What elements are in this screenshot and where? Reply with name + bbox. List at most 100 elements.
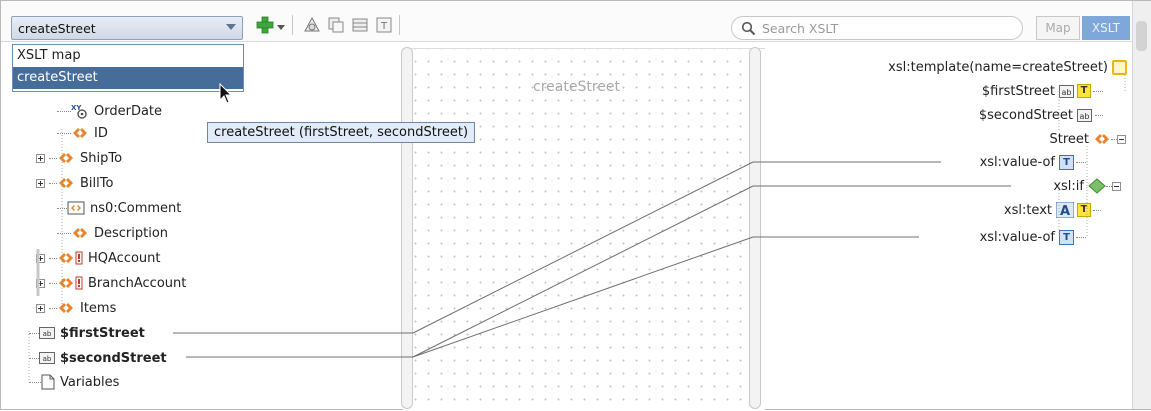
tree-item-label: HQAccount — [88, 250, 161, 266]
target-tree-panel: xsl:template(name=createStreet) $firstSt… — [763, 42, 1131, 409]
function-canvas[interactable] — [403, 48, 765, 410]
element-icon — [59, 153, 73, 163]
element-icon — [59, 278, 73, 288]
svg-text:T: T — [380, 21, 388, 32]
text-value-icon: T — [1077, 84, 1091, 98]
tree-item-label: Description — [94, 225, 169, 241]
connector — [57, 207, 67, 209]
param-icon: ab — [1077, 108, 1092, 122]
choice-marker-icon — [75, 276, 83, 290]
tree-item-secondstreet[interactable]: ab $secondStreet — [29, 347, 167, 369]
target-item-label: xsl:template(name=createStreet) — [888, 59, 1108, 75]
expand-icon[interactable] — [36, 303, 45, 313]
add-menu-caret-icon[interactable] — [277, 25, 285, 30]
search-box[interactable] — [731, 16, 1023, 40]
toolbar-separator — [292, 15, 293, 35]
text-node-icon: T — [1059, 229, 1074, 245]
connector — [29, 332, 39, 334]
copy-icon[interactable] — [327, 16, 345, 34]
tree-item-id[interactable]: ID — [57, 122, 108, 144]
tree-item-comment[interactable]: ns0:Comment — [57, 197, 181, 219]
expand-icon[interactable] — [36, 178, 45, 188]
vertical-scrollbar[interactable] — [1132, 1, 1151, 409]
tree-item-label: BillTo — [80, 175, 114, 191]
expand-icon[interactable] — [36, 278, 45, 288]
tree-item-items[interactable]: Items — [36, 297, 116, 319]
target-item-secondstreet[interactable]: $secondStreet ab — [979, 104, 1103, 126]
target-item-firststreet[interactable]: $firstStreet ab T — [982, 80, 1103, 102]
connector — [1095, 114, 1103, 116]
text-value-icon: T — [1077, 203, 1091, 217]
map-mode-button[interactable]: Map — [1036, 16, 1080, 40]
target-item-value-of-2[interactable]: xsl:value-of T — [980, 226, 1086, 248]
connector — [49, 157, 57, 159]
svg-text:ab: ab — [43, 355, 52, 363]
expand-icon[interactable] — [36, 153, 45, 163]
left-splitter[interactable] — [401, 47, 413, 409]
connector — [49, 282, 57, 284]
target-item-label: xsl:text — [1003, 202, 1052, 218]
collapse-icon[interactable] — [1117, 134, 1126, 144]
tree-item-label: ShipTo — [80, 150, 123, 166]
xsl-text-icon: A — [1056, 202, 1074, 218]
text-box-icon[interactable]: T — [375, 16, 393, 34]
connector — [29, 381, 41, 383]
choice-marker-icon — [75, 251, 83, 265]
connector — [57, 110, 71, 112]
target-item-value-of[interactable]: xsl:value-of T — [980, 151, 1086, 173]
param-icon: ab — [39, 352, 55, 364]
template-dropdown-menu: XSLT map createStreet — [12, 44, 244, 92]
connector — [57, 132, 71, 134]
search-input[interactable] — [762, 19, 1012, 37]
xy-attribute-icon: XY — [71, 104, 87, 119]
template-icon — [1112, 59, 1127, 75]
tree-item-description[interactable]: Description — [57, 222, 168, 244]
svg-text:A: A — [1060, 204, 1070, 218]
tree-item-firststreet[interactable]: ab $firstStreet — [29, 322, 145, 344]
connector — [49, 182, 57, 184]
dropdown-option-xslt-map[interactable]: XSLT map — [13, 45, 243, 67]
tree-item-variables[interactable]: Variables — [29, 371, 119, 393]
scrollbar-thumb[interactable] — [1136, 21, 1147, 51]
right-splitter[interactable] — [749, 47, 761, 409]
element-icon — [59, 303, 73, 313]
target-item-xsl-text[interactable]: xsl:text A T — [1004, 199, 1101, 221]
tree-item-shipto[interactable]: ShipTo — [36, 147, 122, 169]
tree-item-label: $firstStreet — [60, 325, 145, 341]
shapes-icon[interactable] — [303, 16, 321, 34]
if-diamond-icon — [1088, 178, 1106, 194]
tree-item-label: $secondStreet — [60, 350, 167, 366]
connector — [57, 232, 71, 234]
tree-item-orderdate[interactable]: XY OrderDate — [57, 100, 162, 122]
connector — [1076, 161, 1086, 163]
toolbar-separator — [399, 15, 400, 35]
element-icon — [1095, 134, 1109, 144]
canvas-template-label: createStreet — [533, 79, 620, 95]
tree-item-label: Variables — [60, 374, 120, 390]
target-item-street[interactable]: Street — [1049, 128, 1126, 150]
element-icon — [59, 178, 73, 188]
target-item-template[interactable]: xsl:template(name=createStreet) — [888, 56, 1131, 78]
xslt-mode-button[interactable]: XSLT — [1082, 16, 1130, 40]
expand-icon[interactable] — [36, 253, 45, 263]
template-selector[interactable]: createStreet — [11, 16, 243, 40]
chevron-down-icon[interactable] — [226, 24, 236, 30]
connector — [1093, 209, 1101, 211]
tree-item-label: OrderDate — [94, 103, 163, 119]
collapse-icon[interactable] — [1112, 181, 1121, 191]
target-item-label: $secondStreet — [978, 107, 1073, 123]
xslt-mapper-window: createStreet T Search XSLT Map XSLT XY O… — [0, 0, 1151, 410]
add-icon[interactable] — [255, 15, 275, 35]
tree-item-branchaccount[interactable]: BranchAccount — [36, 272, 186, 294]
dropdown-option-createstreet[interactable]: createStreet — [13, 67, 243, 89]
tree-item-hqaccount[interactable]: HQAccount — [36, 247, 161, 269]
search-icon[interactable] — [741, 21, 756, 36]
target-item-if[interactable]: xsl:if — [1053, 175, 1121, 197]
tree-item-label: BranchAccount — [88, 275, 187, 291]
database-icon[interactable] — [351, 16, 369, 34]
element-icon — [73, 128, 87, 138]
tree-item-billto[interactable]: BillTo — [36, 172, 113, 194]
document-icon — [41, 374, 55, 390]
connector — [49, 257, 57, 259]
template-selector-value: createStreet — [18, 21, 96, 36]
